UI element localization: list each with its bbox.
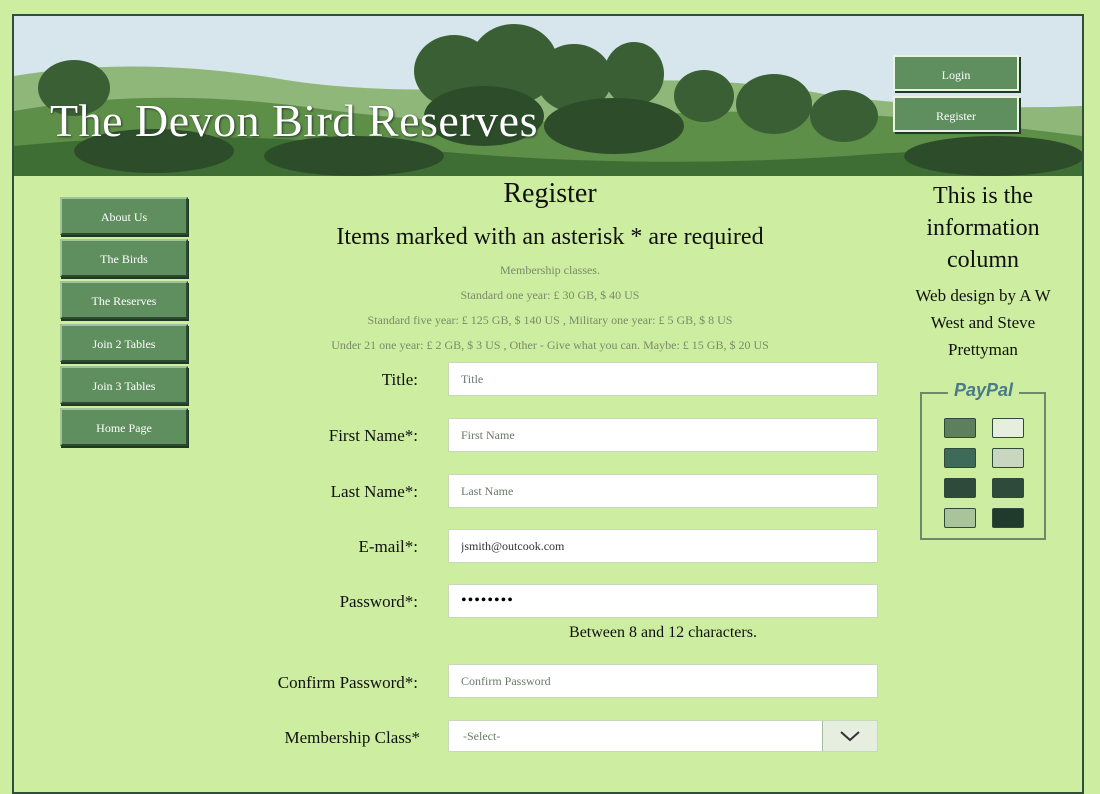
last-name-label: Last Name*: bbox=[330, 482, 418, 501]
password-input[interactable] bbox=[448, 584, 878, 618]
chevron-down-icon[interactable] bbox=[822, 721, 877, 751]
required-note: Items marked with an asterisk * are requ… bbox=[336, 224, 764, 250]
mastercard-icon bbox=[944, 418, 976, 438]
discover-icon bbox=[992, 448, 1024, 468]
solo-icon bbox=[992, 478, 1024, 498]
visa-icon bbox=[992, 418, 1024, 438]
site-title: The Devon Bird Reserves bbox=[50, 95, 538, 146]
login-button[interactable]: Login bbox=[893, 55, 1019, 91]
membership-class-selected: -Select- bbox=[463, 729, 501, 743]
membership-line-five-year-military: Standard five year: £ 125 GB, $ 140 US ,… bbox=[367, 313, 733, 327]
title-label: Title: bbox=[381, 370, 418, 389]
title-input[interactable] bbox=[448, 362, 878, 396]
nav-join-2-tables-button[interactable]: Join 2 Tables bbox=[60, 324, 188, 362]
paypal-payment-box[interactable]: PayPal bbox=[920, 380, 1046, 540]
membership-class-label: Membership Class* bbox=[284, 728, 420, 747]
visa-electron-icon bbox=[992, 508, 1024, 528]
email-input[interactable] bbox=[448, 529, 878, 563]
membership-line-standard-one-year: Standard one year: £ 30 GB, $ 40 US bbox=[460, 288, 640, 302]
amex-icon bbox=[944, 448, 976, 468]
password-hint: Between 8 and 12 characters. bbox=[569, 624, 757, 641]
info-column-title: This is the information column bbox=[926, 183, 1040, 273]
register-button[interactable]: Register bbox=[893, 96, 1019, 132]
first-name-input[interactable] bbox=[448, 418, 878, 452]
membership-class-select[interactable]: -Select- bbox=[448, 720, 878, 752]
email-label: E-mail*: bbox=[358, 537, 418, 556]
bank-transfer-icon bbox=[944, 508, 976, 528]
nav-the-reserves-button[interactable]: The Reserves bbox=[60, 281, 188, 319]
nav-join-3-tables-button[interactable]: Join 3 Tables bbox=[60, 366, 188, 404]
nav-home-page-button[interactable]: Home Page bbox=[60, 408, 188, 446]
paypal-logo: PayPal bbox=[948, 380, 1020, 401]
nav-about-us-button[interactable]: About Us bbox=[60, 197, 188, 235]
password-label: Password*: bbox=[339, 592, 418, 611]
nav-the-birds-button[interactable]: The Birds bbox=[60, 239, 188, 277]
first-name-label: First Name*: bbox=[328, 426, 418, 445]
last-name-input[interactable] bbox=[448, 474, 878, 508]
page-title: Register bbox=[503, 178, 597, 209]
membership-classes-heading: Membership classes. bbox=[500, 263, 600, 277]
confirm-password-input[interactable] bbox=[448, 664, 878, 698]
web-design-credit: Web design by A W West and Steve Prettym… bbox=[915, 286, 1051, 359]
maestro-icon bbox=[944, 478, 976, 498]
membership-line-under21-other: Under 21 one year: £ 2 GB, $ 3 US , Othe… bbox=[331, 338, 769, 352]
confirm-password-label: Confirm Password*: bbox=[277, 673, 418, 692]
